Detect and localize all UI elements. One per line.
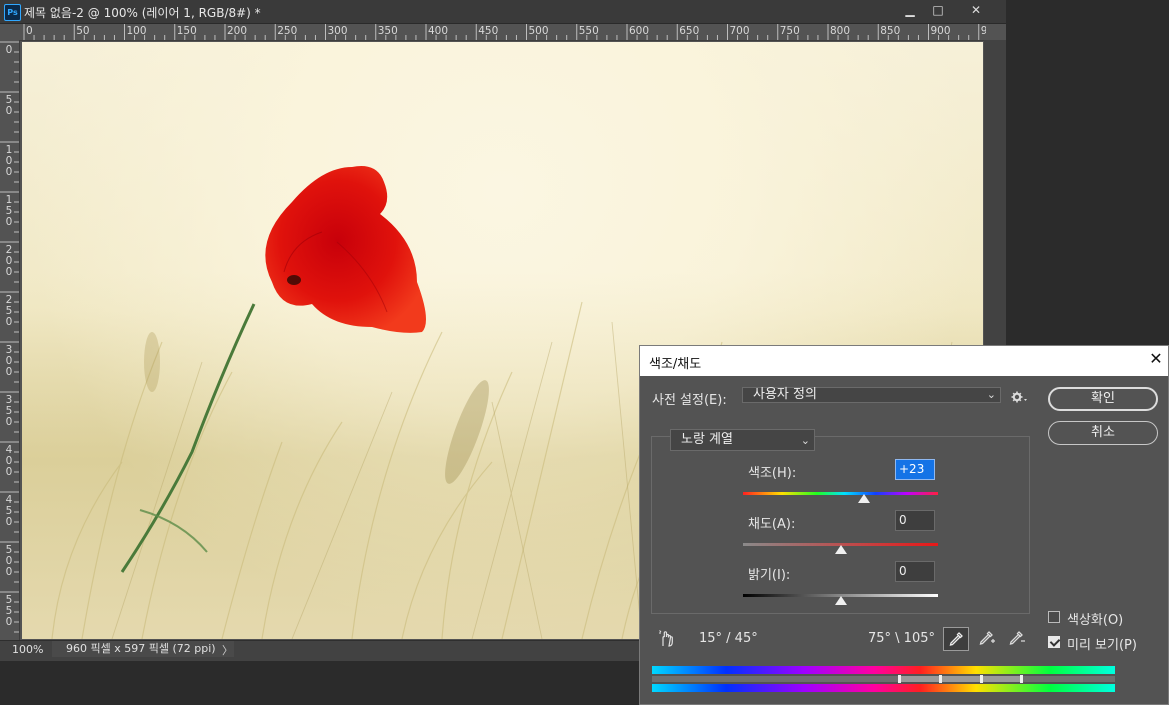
eyedropper-plus-icon <box>979 631 995 645</box>
ruler-label: 350 <box>377 25 398 37</box>
dialog-titlebar[interactable]: 색조/채도 ✕ <box>640 346 1168 376</box>
hue-label: 색조(H): <box>748 466 797 481</box>
maximize-button[interactable]: □ <box>923 0 953 22</box>
subtract-from-sample-button[interactable] <box>1005 627 1029 649</box>
channel-value: 노랑 계열 <box>681 432 733 447</box>
ruler-label: 300 <box>5 344 13 378</box>
hue-saturation-dialog: 색조/채도 ✕ 사전 설정(E): 사용자 정의 ⌄ 확인 취소 노랑 계열 ⌄… <box>639 345 1169 705</box>
ruler-label: 0 <box>26 25 33 37</box>
saturation-input[interactable]: 0 <box>895 510 935 531</box>
ruler-label: 95 <box>981 25 986 37</box>
close-icon: ✕ <box>970 3 982 17</box>
dialog-title: 색조/채도 <box>649 357 702 372</box>
ruler-label: 450 <box>478 25 499 37</box>
minimize-icon: ▁ <box>905 3 915 17</box>
eyedropper-icon <box>949 632 963 646</box>
ruler-label: 650 <box>679 25 700 37</box>
preview-label: 미리 보기(P) <box>1067 638 1137 653</box>
colorize-checkbox[interactable] <box>1048 611 1060 623</box>
saturation-label: 채도(A): <box>748 517 796 532</box>
document-size-info[interactable]: 960 픽셀 x 597 픽셀 (72 ppi) <box>52 641 234 657</box>
colorize-checkbox-row[interactable]: 색상화(O) <box>1048 609 1168 628</box>
close-button[interactable]: ✕ <box>958 0 994 22</box>
ruler-label: 0 <box>5 44 13 56</box>
preset-label: 사전 설정(E): <box>652 393 727 408</box>
ruler-label: 350 <box>5 394 13 428</box>
range-track[interactable] <box>652 676 1115 682</box>
ruler-label: 900 <box>930 25 951 37</box>
ruler-label: 200 <box>5 244 13 278</box>
ruler-label: 150 <box>176 25 197 37</box>
hand-icon <box>659 630 673 647</box>
ruler-origin[interactable] <box>0 24 20 40</box>
lightness-input[interactable]: 0 <box>895 561 935 582</box>
range-left-handle[interactable] <box>939 675 942 683</box>
output-spectrum-bar <box>652 684 1115 692</box>
input-spectrum-bar <box>652 666 1115 674</box>
ok-button[interactable]: 확인 <box>1048 387 1158 411</box>
chevron-down-icon: ⌄ <box>986 388 996 401</box>
colorize-label: 색상화(O) <box>1067 613 1124 628</box>
lightness-label: 밝기(I): <box>748 568 791 583</box>
ruler-label: 50 <box>5 94 13 117</box>
channel-dropdown[interactable]: 노랑 계열 ⌄ <box>670 429 815 451</box>
ruler-label: 550 <box>578 25 599 37</box>
add-to-sample-button[interactable] <box>975 627 999 649</box>
preset-options-button[interactable] <box>1010 389 1030 405</box>
photoshop-app-icon: Ps <box>4 4 21 21</box>
status-menu-arrow-icon[interactable]: 〉 <box>222 642 233 658</box>
hue-input[interactable]: +23 <box>895 459 935 480</box>
preview-checkbox-row[interactable]: 미리 보기(P) <box>1048 634 1168 653</box>
adjustment-group <box>651 436 1030 614</box>
ruler-label: 100 <box>5 144 13 178</box>
preset-value: 사용자 정의 <box>753 387 817 402</box>
ruler-label: 600 <box>629 25 650 37</box>
document-titlebar[interactable]: Ps 제목 없음-2 @ 100% (레이어 1, RGB/8#) * ▁ □ … <box>0 0 1006 24</box>
ruler-label: 550 <box>5 594 13 628</box>
dialog-close-button[interactable]: ✕ <box>1145 349 1167 368</box>
ruler-label: 500 <box>5 544 13 578</box>
ruler-label: 50 <box>76 25 90 37</box>
preset-dropdown[interactable]: 사용자 정의 ⌄ <box>742 387 1001 403</box>
cancel-button[interactable]: 취소 <box>1048 421 1158 445</box>
ruler-label: 250 <box>5 294 13 328</box>
minimize-button[interactable]: ▁ <box>895 0 925 22</box>
ruler-label: 150 <box>5 194 13 228</box>
hue-slider-track[interactable] <box>743 492 938 495</box>
range-left-readout: 15° / 45° <box>699 631 758 646</box>
ruler-label: 750 <box>779 25 800 37</box>
document-title: 제목 없음-2 @ 100% (레이어 1, RGB/8#) * <box>24 6 261 20</box>
saturation-slider-thumb[interactable] <box>834 545 847 554</box>
ruler-label: 300 <box>327 25 348 37</box>
ruler-label: 500 <box>528 25 549 37</box>
targeted-adjustment-tool[interactable] <box>657 629 677 649</box>
range-right-handle[interactable] <box>980 675 983 683</box>
maximize-icon: □ <box>932 3 944 17</box>
range-falloff-right-handle[interactable] <box>1020 675 1023 683</box>
horizontal-ruler[interactable]: 0 50 100 150 200 250 300 350 400 450 500 550 600 650 7… <box>20 24 986 41</box>
zoom-level[interactable]: 100% <box>12 643 43 656</box>
lightness-slider-thumb[interactable] <box>834 596 847 605</box>
ruler-label: 200 <box>227 25 248 37</box>
ruler-label: 450 <box>5 494 13 528</box>
hue-slider-thumb[interactable] <box>857 494 870 503</box>
vertical-ruler[interactable]: 0 50 100 150 200 250 300 350 400 450 500 550 <box>0 40 20 640</box>
ruler-label: 850 <box>880 25 901 37</box>
preview-checkbox[interactable] <box>1048 636 1060 648</box>
eyedropper-minus-icon <box>1009 631 1025 645</box>
eyedropper-button[interactable] <box>943 627 969 651</box>
chevron-down-icon: ⌄ <box>800 434 810 447</box>
gear-icon <box>1011 391 1027 403</box>
ruler-label: 250 <box>277 25 298 37</box>
range-right-readout: 75° \ 105° <box>868 631 935 646</box>
range-selection[interactable] <box>899 676 1021 682</box>
ruler-label: 400 <box>428 25 449 37</box>
range-falloff-left-handle[interactable] <box>898 675 901 683</box>
ruler-label: 400 <box>5 444 13 478</box>
ruler-label: 800 <box>830 25 851 37</box>
ruler-label: 100 <box>126 25 147 37</box>
ruler-label: 700 <box>729 25 750 37</box>
